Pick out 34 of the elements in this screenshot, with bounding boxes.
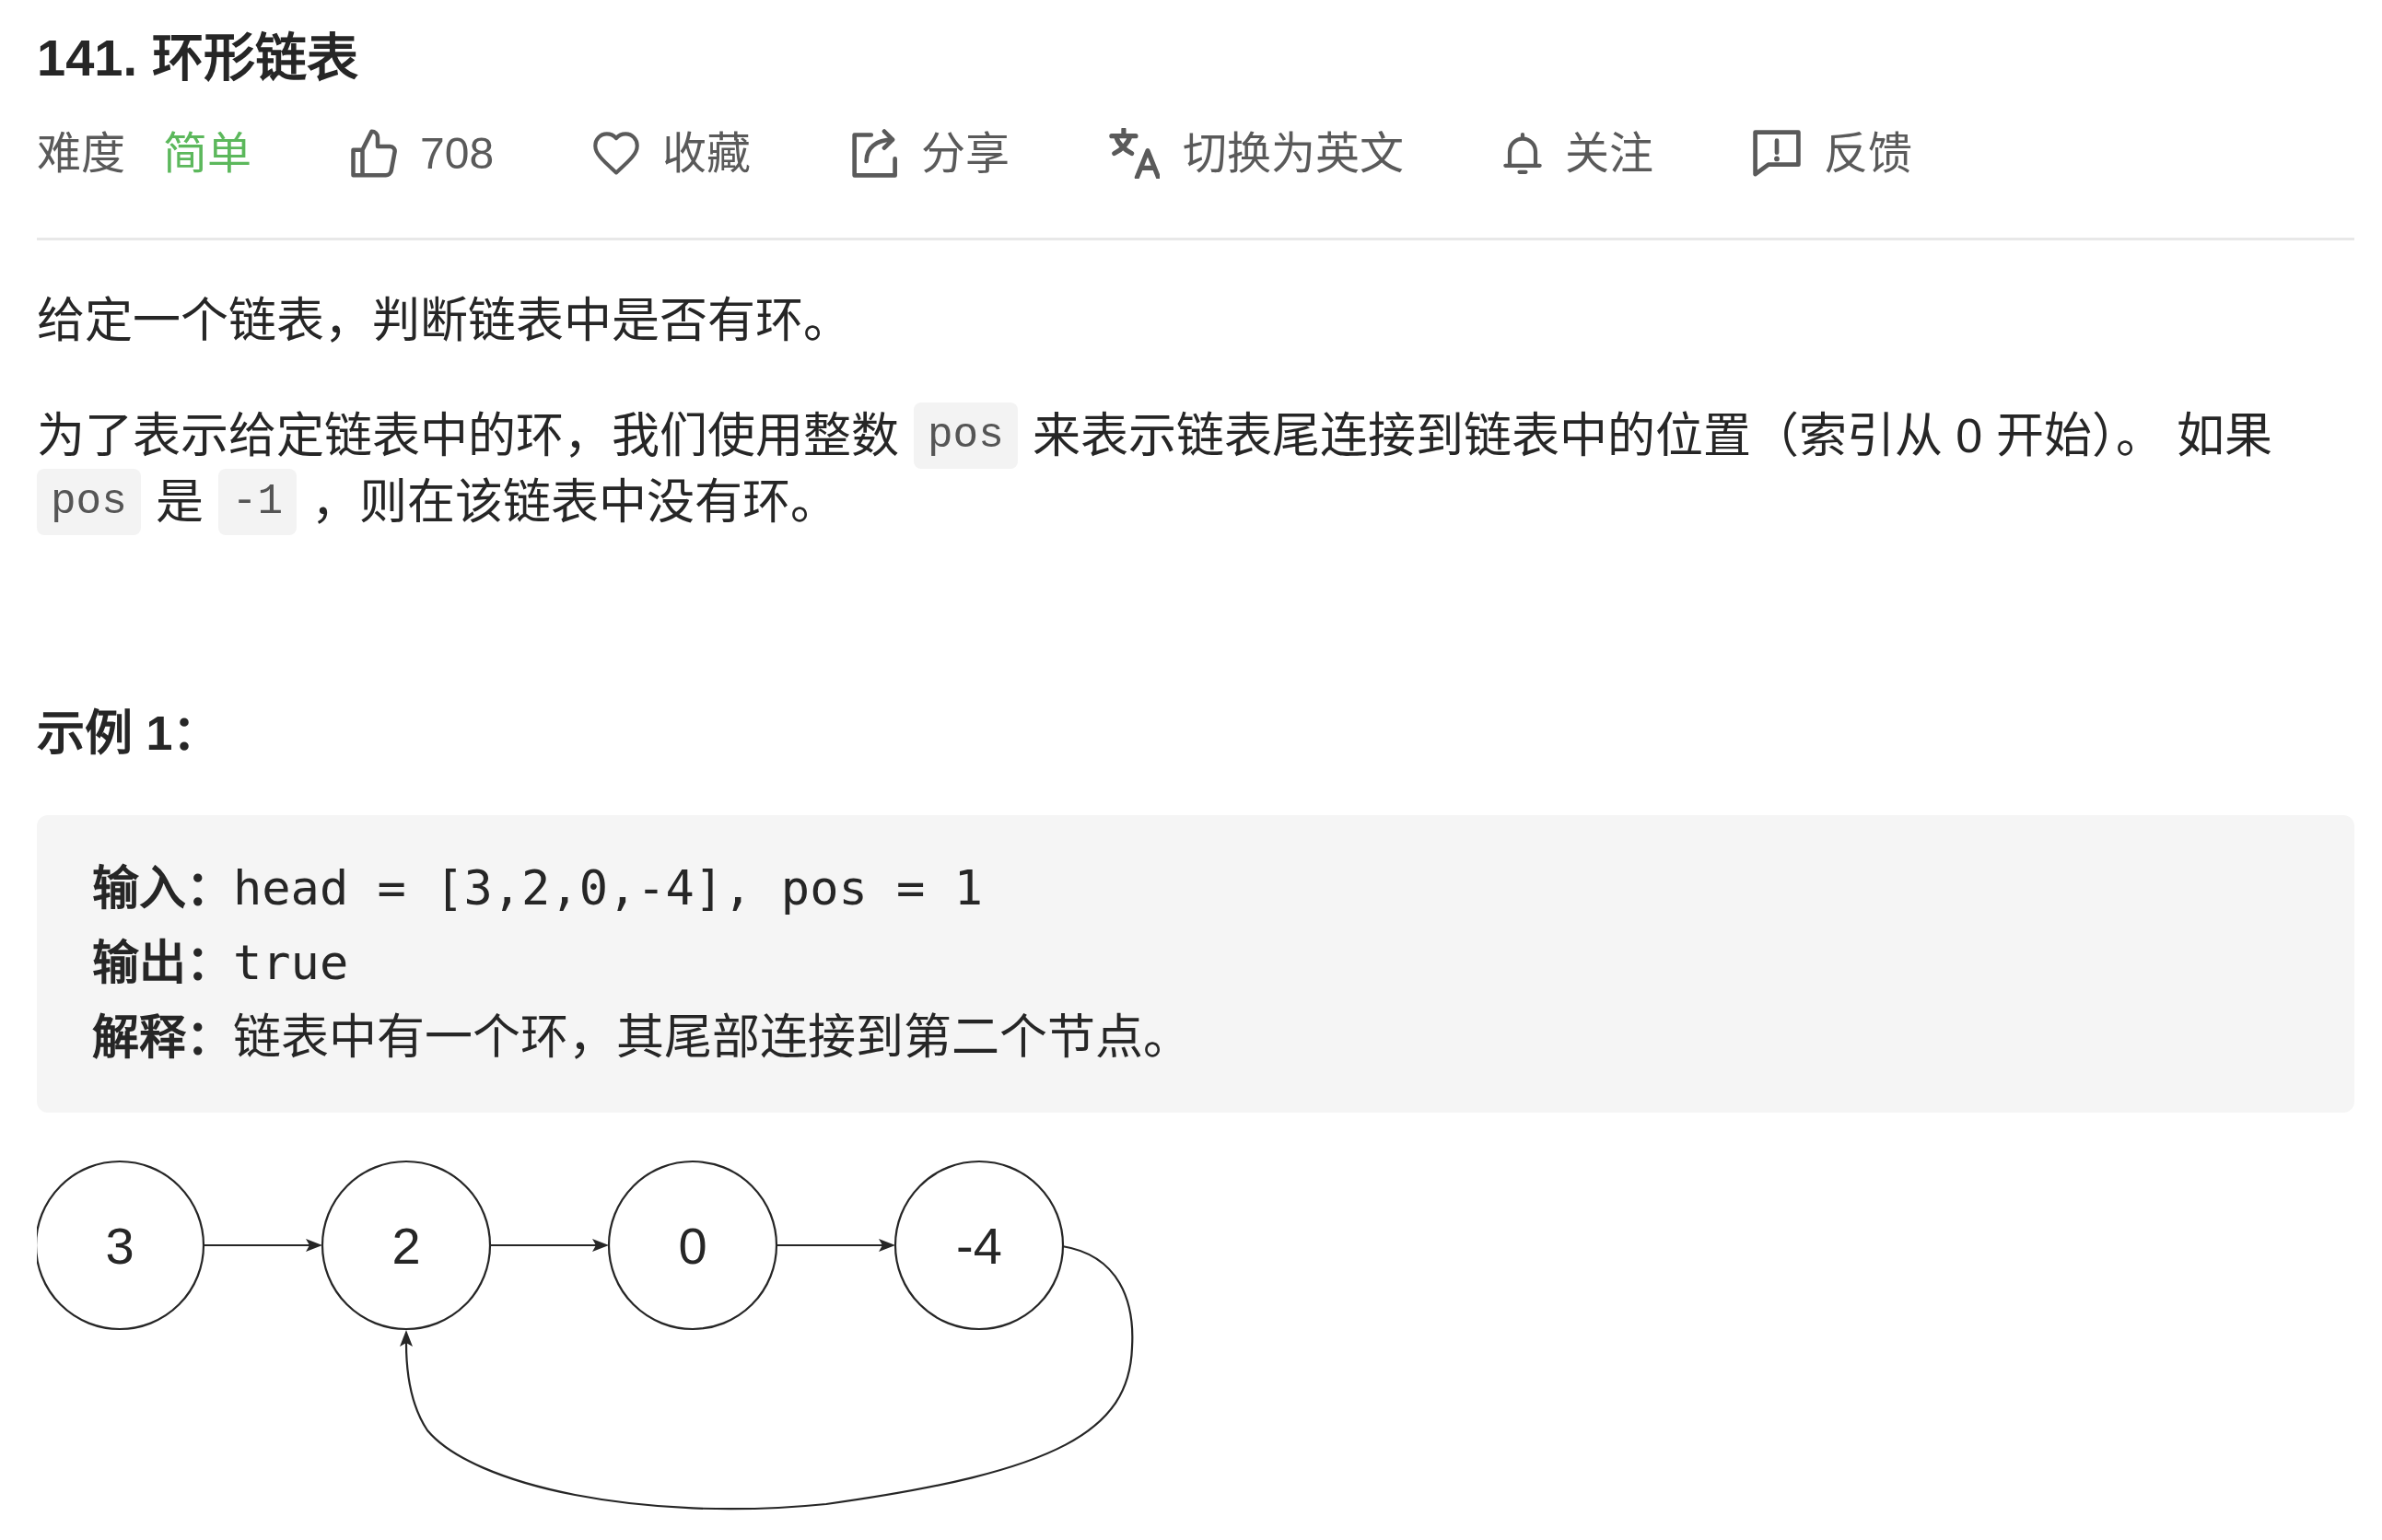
difficulty-value: 简单 bbox=[163, 128, 251, 180]
paragraph-text: ，则在该链表中没有环。 bbox=[311, 474, 839, 531]
example-label: 解释： bbox=[92, 1010, 233, 1066]
paragraph-text: 是 bbox=[155, 474, 204, 531]
list-node: 3 bbox=[37, 1160, 205, 1331]
share-button[interactable]: 分享 bbox=[850, 122, 1010, 184]
example-label: 输入： bbox=[92, 861, 233, 916]
favorite-button[interactable]: 收藏 bbox=[593, 122, 752, 184]
inline-code: pos bbox=[37, 469, 141, 535]
list-node: 2 bbox=[321, 1160, 492, 1331]
list-node: -4 bbox=[893, 1160, 1065, 1331]
inline-code: pos bbox=[914, 402, 1018, 469]
problem-title: 141. 环形链表 bbox=[37, 28, 359, 88]
feedback-button[interactable]: 反馈 bbox=[1753, 122, 1913, 184]
paragraph-text: 来表示链表尾连接到链表中的位置（索引从 0 开始）。 如果 bbox=[1032, 408, 2273, 464]
example-value: true bbox=[233, 934, 349, 992]
heart-icon bbox=[593, 131, 640, 176]
paragraph-text: 为了表示给定链表中的环，我们使用整数 bbox=[37, 408, 899, 464]
difficulty-label: 难度 bbox=[37, 128, 125, 180]
example-heading: 示例 1： bbox=[37, 706, 222, 762]
translate-icon bbox=[1109, 128, 1161, 179]
speech-bubble-icon bbox=[1753, 129, 1802, 178]
list-node: 0 bbox=[607, 1160, 778, 1331]
example-label: 输出： bbox=[92, 936, 233, 991]
example-value: head = [3,2,0,-4], pos = 1 bbox=[233, 859, 983, 917]
translate-button[interactable]: 切换为英文 bbox=[1109, 122, 1405, 184]
like-button[interactable]: 708 bbox=[351, 122, 495, 184]
paragraph-text: 给定一个链表，判断链表中是否有环。 bbox=[37, 293, 851, 349]
inline-code: -1 bbox=[217, 469, 298, 535]
bell-icon bbox=[1503, 130, 1543, 177]
thumbs-up-icon bbox=[351, 129, 397, 178]
share-icon bbox=[850, 129, 899, 178]
example-value: 链表中有一个环，其尾部连接到第二个节点。 bbox=[233, 1009, 1191, 1067]
follow-button[interactable]: 关注 bbox=[1503, 122, 1654, 184]
